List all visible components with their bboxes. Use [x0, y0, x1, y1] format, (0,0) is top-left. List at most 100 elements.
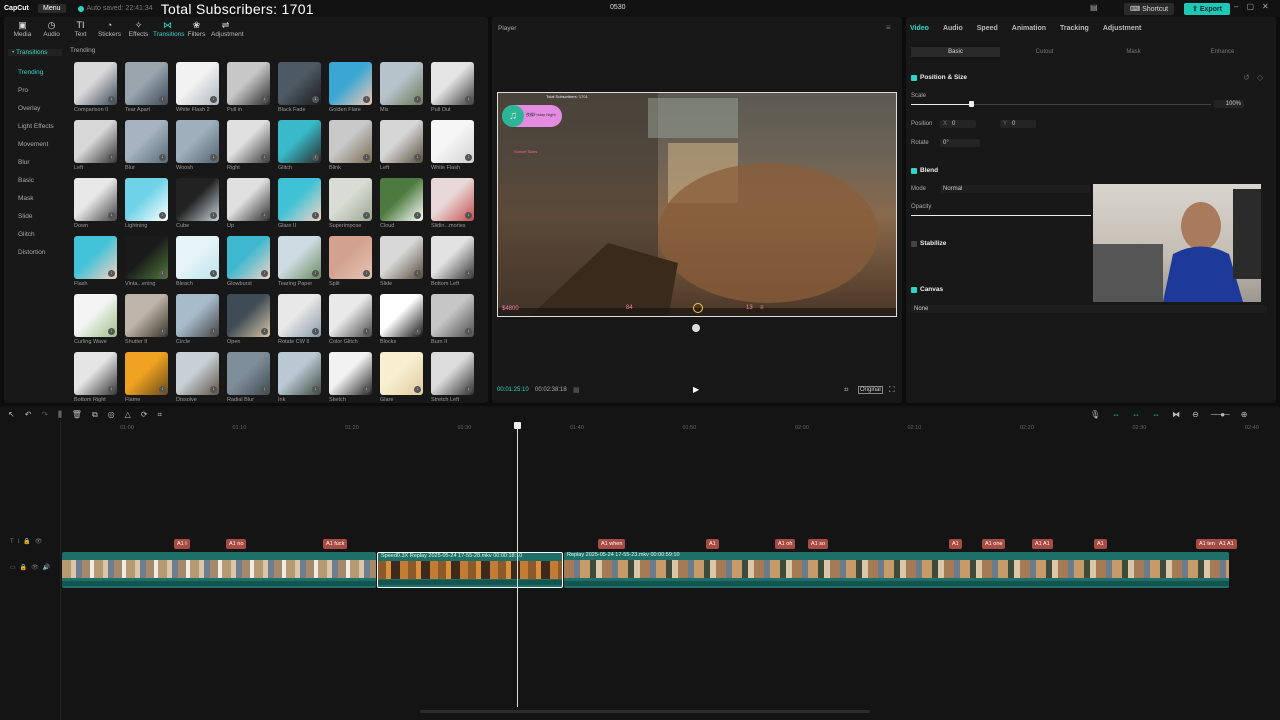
- download-icon[interactable]: ↓: [108, 386, 115, 393]
- main-track-controls[interactable]: ▭🔒👁🔊: [10, 564, 54, 571]
- download-icon[interactable]: ↓: [312, 386, 319, 393]
- download-icon[interactable]: ↓: [210, 212, 217, 219]
- transition-tile[interactable]: ↓ Glitch: [274, 120, 325, 178]
- keyframe-icon[interactable]: ◇: [1257, 73, 1263, 82]
- transition-tile[interactable]: ↓ Cloud: [376, 178, 427, 236]
- video-clip-3[interactable]: Replay 2025-05-24 17-55-23.mkv 00:00:59:…: [564, 552, 1229, 588]
- tool-tab-media[interactable]: ▣ Media: [8, 20, 37, 38]
- link-snap-icon[interactable]: ⇔: [1132, 410, 1140, 419]
- download-icon[interactable]: ↓: [210, 328, 217, 335]
- transition-tile[interactable]: ↓ Color Glitch: [325, 294, 376, 352]
- download-icon[interactable]: ↓: [363, 96, 370, 103]
- download-icon[interactable]: ↓: [465, 328, 472, 335]
- opacity-track[interactable]: [911, 215, 1091, 216]
- caption-clip[interactable]: A1: [1094, 539, 1107, 549]
- transition-tile[interactable]: ↓ Stretch Left: [427, 352, 478, 410]
- property-tab-speed[interactable]: Speed: [977, 25, 998, 32]
- download-icon[interactable]: ↓: [261, 270, 268, 277]
- transition-tile[interactable]: ↓ Shutter II: [121, 294, 172, 352]
- transition-tile[interactable]: ↓ Pull in: [223, 62, 274, 120]
- caption-clip[interactable]: A1 oh: [775, 539, 796, 549]
- playhead[interactable]: [517, 423, 518, 707]
- download-icon[interactable]: ↓: [414, 212, 421, 219]
- download-icon[interactable]: ↓: [210, 270, 217, 277]
- layout-icon[interactable]: ▤: [1090, 3, 1098, 12]
- transition-tile[interactable]: ↓ Sketch: [325, 352, 376, 410]
- delete-icon[interactable]: 🗑: [72, 410, 82, 420]
- category-basic[interactable]: Basic: [4, 177, 64, 184]
- download-icon[interactable]: ↓: [465, 96, 472, 103]
- link-main-icon[interactable]: ⇔: [1112, 410, 1120, 419]
- download-icon[interactable]: ↓: [261, 96, 268, 103]
- download-icon[interactable]: ↓: [465, 270, 472, 277]
- download-icon[interactable]: ↓: [159, 270, 166, 277]
- x-field[interactable]: X 0: [940, 120, 976, 128]
- caption-clip[interactable]: A1 A1: [1032, 539, 1053, 549]
- category-distortion[interactable]: Distortion: [4, 249, 64, 256]
- category-overlay[interactable]: Overlay: [4, 105, 64, 112]
- download-icon[interactable]: ↓: [261, 328, 268, 335]
- canvas-select[interactable]: None: [911, 305, 1267, 313]
- transition-tile[interactable]: ↓ Lightning: [121, 178, 172, 236]
- caption-clip[interactable]: A1 when: [598, 539, 626, 549]
- subtab-basic[interactable]: Basic: [911, 47, 1000, 57]
- download-icon[interactable]: ↓: [465, 154, 472, 161]
- transition-tile[interactable]: ↓ Blink: [325, 120, 376, 178]
- category-trending[interactable]: Trending: [4, 69, 64, 76]
- transition-tile[interactable]: ↓ Mix: [376, 62, 427, 120]
- tool-tab-text[interactable]: TI Text: [66, 20, 95, 38]
- download-icon[interactable]: ↓: [159, 154, 166, 161]
- transition-tile[interactable]: ↓ Cube: [172, 178, 223, 236]
- blend-checkbox[interactable]: [911, 167, 917, 174]
- transition-tile[interactable]: ↓ Down: [70, 178, 121, 236]
- tool-tab-effects[interactable]: ✧ Effects: [124, 20, 153, 38]
- download-icon[interactable]: ↓: [210, 154, 217, 161]
- crop-tl-icon[interactable]: ⌗: [158, 410, 163, 420]
- download-icon[interactable]: ↓: [414, 270, 421, 277]
- menu-button[interactable]: Menu: [38, 4, 66, 13]
- zoom-in-icon[interactable]: ⊕: [1241, 410, 1248, 419]
- transition-tile[interactable]: ↓ Bleach: [172, 236, 223, 294]
- transition-tile[interactable]: ↓ Circle: [172, 294, 223, 352]
- transition-tile[interactable]: ↓ Up: [223, 178, 274, 236]
- ratio-button[interactable]: Original: [858, 386, 883, 394]
- zoom-slider[interactable]: ──●─: [1211, 410, 1230, 419]
- subtab-mask[interactable]: Mask: [1089, 47, 1178, 57]
- mirror-icon[interactable]: △: [125, 410, 131, 420]
- tool-tab-audio[interactable]: ◷ Audio: [37, 20, 66, 38]
- fullscreen-icon[interactable]: ⛶: [889, 385, 895, 395]
- redo-icon[interactable]: ↷: [41, 410, 48, 420]
- horizontal-scrollbar[interactable]: [420, 710, 870, 713]
- transition-tile[interactable]: ↓ Right: [223, 120, 274, 178]
- select-tool-icon[interactable]: ↖: [8, 410, 15, 420]
- download-icon[interactable]: ↓: [159, 96, 166, 103]
- download-icon[interactable]: ↓: [108, 212, 115, 219]
- category-pro[interactable]: Pro: [4, 87, 64, 94]
- download-icon[interactable]: ↓: [261, 154, 268, 161]
- download-icon[interactable]: ↓: [312, 96, 319, 103]
- caption-clip[interactable]: A1 one: [982, 539, 1006, 549]
- transition-tile[interactable]: ↓ Bottom Right: [70, 352, 121, 410]
- download-icon[interactable]: ↓: [108, 328, 115, 335]
- transition-tile[interactable]: ↓ Blur: [121, 120, 172, 178]
- tool-tab-stickers[interactable]: ◔ Stickers: [95, 20, 124, 38]
- subtab-enhance[interactable]: Enhance: [1178, 47, 1267, 57]
- download-icon[interactable]: ↓: [465, 212, 472, 219]
- download-icon[interactable]: ↓: [414, 154, 421, 161]
- stabilize-checkbox[interactable]: [911, 240, 917, 247]
- canvas-checkbox[interactable]: [911, 286, 917, 293]
- transition-tile[interactable]: ↓ Flash: [70, 236, 121, 294]
- rotate-icon[interactable]: ⟳: [141, 410, 148, 420]
- download-icon[interactable]: ↓: [108, 270, 115, 277]
- download-icon[interactable]: ↓: [261, 386, 268, 393]
- transition-tile[interactable]: ↓ Tear Apart: [121, 62, 172, 120]
- caption-clip[interactable]: A1 I: [174, 539, 190, 549]
- link-preview-icon[interactable]: ⇔: [1152, 410, 1160, 419]
- mic-icon[interactable]: 🎙: [1090, 410, 1100, 419]
- caption-clip[interactable]: A1 A1: [1216, 539, 1237, 549]
- transition-tile[interactable]: ↓ Glare II: [274, 178, 325, 236]
- transition-tile[interactable]: ↓ White Flash: [427, 120, 478, 178]
- play-icon[interactable]: ▶: [693, 385, 699, 394]
- download-icon[interactable]: ↓: [159, 386, 166, 393]
- blend-section[interactable]: Blend: [911, 167, 938, 174]
